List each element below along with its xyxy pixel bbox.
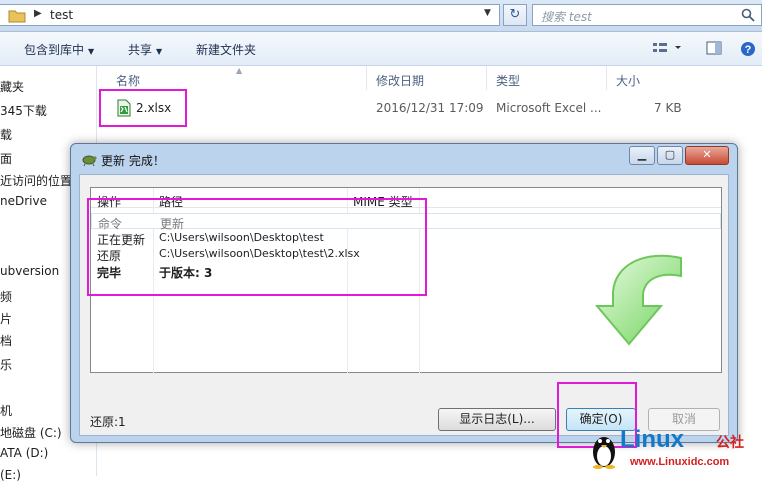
nav-item[interactable]: 频 — [0, 288, 12, 305]
update-finished-dialog: 更新 完成！ ▁ ▢ ✕ 操作 路径 MIME 类型 命令 更新 正在更新 C:… — [70, 143, 738, 443]
list-header: 操作 路径 MIME 类型 — [91, 188, 721, 210]
dialog-body: 操作 路径 MIME 类型 命令 更新 正在更新 C:\Users\wilsoo… — [79, 174, 729, 436]
include-in-library-label: 包含到库中 — [24, 43, 85, 57]
watermark-brand: Linux — [620, 426, 684, 453]
row-path: C:\Users\wilsoon\Desktop\test\2.xlsx — [159, 247, 360, 260]
nav-item[interactable]: 乐 — [0, 356, 12, 373]
linuxidc-watermark: Linux 公社 www.Linuxidc.com — [590, 426, 762, 476]
nav-item[interactable]: 面 — [0, 150, 12, 167]
nav-item[interactable]: ATA (D:) — [0, 446, 48, 460]
nav-item[interactable]: 地磁盘 (C:) — [0, 424, 62, 441]
share-label: 共享 — [128, 43, 153, 57]
nav-item[interactable]: 近访问的位置 — [0, 172, 72, 189]
green-arrow-icon — [585, 240, 705, 363]
dialog-titlebar[interactable]: 更新 完成！ ▁ ▢ ✕ — [71, 144, 737, 174]
column-divider[interactable] — [486, 66, 487, 90]
row-path: C:\Users\wilsoon\Desktop\test — [159, 231, 324, 244]
watermark-url: www.Linuxidc.com — [630, 456, 730, 468]
include-in-library-button[interactable]: 包含到库中 ▼ — [24, 41, 94, 58]
file-name[interactable]: 2.xlsx — [136, 101, 171, 115]
column-header-mime[interactable]: MIME 类型 — [353, 193, 413, 210]
row-path: 于版本: 3 — [159, 266, 213, 280]
search-placeholder: 搜索 test — [541, 10, 592, 24]
chevron-down-icon: ▼ — [156, 47, 163, 56]
show-log-button[interactable]: 显示日志(L)... — [438, 408, 556, 431]
row-action: 还原 — [97, 249, 122, 263]
address-row: ▶ test ▼ ↻ 搜索 test — [0, 0, 762, 32]
breadcrumb-separator-icon[interactable]: ▶ — [34, 8, 42, 19]
row-action: 完毕 — [97, 266, 122, 280]
refresh-button[interactable]: ↻ — [503, 4, 527, 26]
chevron-down-icon: ▼ — [88, 47, 95, 56]
dialog-title: 更新 完成！ — [101, 154, 165, 168]
nav-item[interactable]: (E:) — [0, 468, 21, 482]
penguin-icon — [590, 430, 618, 473]
maximize-button[interactable]: ▢ — [657, 146, 683, 165]
column-header-type[interactable]: 类型 — [496, 72, 520, 89]
column-header-path[interactable]: 路径 — [159, 193, 183, 210]
nav-item[interactable]: 档 — [0, 332, 12, 349]
share-button[interactable]: 共享 ▼ — [128, 41, 162, 58]
column-header-action[interactable]: 操作 — [97, 193, 121, 210]
watermark-badge: 公社 — [716, 435, 744, 451]
nav-item[interactable]: 片 — [0, 310, 12, 327]
excel-file-icon — [116, 99, 132, 120]
new-folder-button[interactable]: 新建文件夹 — [196, 41, 256, 58]
column-divider[interactable] — [606, 66, 607, 90]
tortoise-icon — [81, 152, 97, 169]
address-dropdown-icon[interactable]: ▼ — [484, 8, 491, 18]
column-header-size[interactable]: 大小 — [616, 72, 640, 89]
nav-item[interactable]: 机 — [0, 402, 12, 419]
search-input[interactable]: 搜索 test — [532, 4, 762, 26]
table-row[interactable]: 2.xlsx 2016/12/31 17:09 Microsoft Excel … — [98, 96, 762, 120]
command-bar: 包含到库中 ▼ 共享 ▼ 新建文件夹 ? — [0, 32, 762, 66]
help-icon[interactable]: ? — [740, 41, 756, 60]
list-item[interactable]: 命令 更新 — [91, 213, 721, 231]
view-options-icon[interactable] — [652, 41, 682, 58]
nav-item[interactable]: 345下载 — [0, 102, 47, 119]
update-results-list[interactable]: 操作 路径 MIME 类型 命令 更新 正在更新 C:\Users\wilsoo… — [90, 187, 722, 374]
close-button[interactable]: ✕ — [685, 146, 729, 165]
nav-item[interactable]: neDrive — [0, 194, 47, 208]
address-bar[interactable]: ▶ test ▼ — [0, 4, 500, 26]
nav-item[interactable]: 藏夹 — [0, 78, 24, 95]
preview-pane-icon[interactable] — [706, 41, 722, 58]
file-type: Microsoft Excel ... — [496, 101, 602, 115]
breadcrumb-test[interactable]: test — [50, 8, 73, 22]
column-divider[interactable] — [366, 66, 367, 90]
status-text: 还原:1 — [90, 415, 126, 429]
sort-arrow-icon: ▲ — [236, 66, 243, 75]
nav-item[interactable]: 载 — [0, 126, 12, 143]
column-header-name[interactable]: 名称 — [116, 72, 140, 89]
file-modified: 2016/12/31 17:09 — [376, 101, 484, 115]
search-icon[interactable] — [741, 8, 755, 25]
minimize-button[interactable]: ▁ — [629, 146, 655, 165]
nav-item[interactable]: ubversion — [0, 264, 59, 278]
folder-icon — [8, 9, 26, 26]
file-size: 7 KB — [654, 101, 682, 115]
svg-text:?: ? — [745, 44, 752, 56]
column-header-modified[interactable]: 修改日期 — [376, 72, 424, 89]
